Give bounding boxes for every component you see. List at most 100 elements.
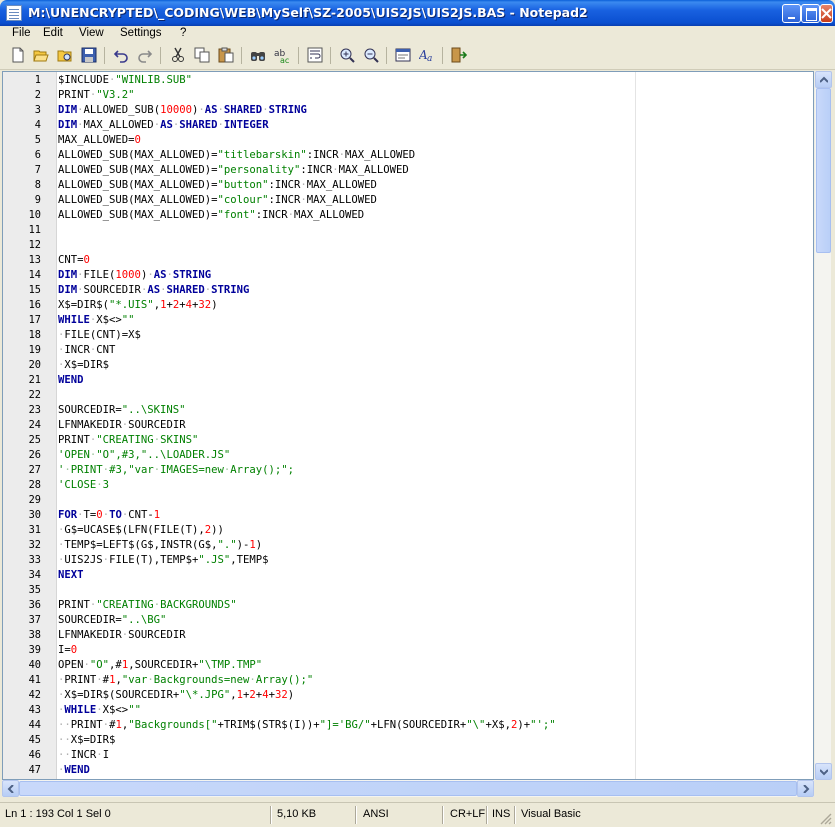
scroll-up-button[interactable]	[815, 71, 832, 88]
code-text[interactable]: SOURCEDIR="..\BG"	[58, 613, 166, 628]
exit-icon[interactable]	[451, 47, 468, 63]
code-line[interactable]: 8 ALLOWED_SUB(MAX_ALLOWED)="button":INCR·…	[3, 178, 813, 193]
code-line[interactable]: 11	[3, 223, 813, 238]
code-text[interactable]: ··X$=DIR$	[58, 733, 115, 748]
code-text[interactable]: ·G$=UCASE$(LFN(FILE(T),2))	[58, 523, 224, 538]
code-line[interactable]: 5 MAX_ALLOWED=0	[3, 133, 813, 148]
code-line[interactable]: 14 DIM·FILE(1000)·AS·STRING	[3, 268, 813, 283]
code-line[interactable]: 6 ALLOWED_SUB(MAX_ALLOWED)="titlebarskin"…	[3, 148, 813, 163]
code-line[interactable]: 21 WEND	[3, 373, 813, 388]
close-button[interactable]	[820, 4, 833, 23]
code-line[interactable]: 22	[3, 388, 813, 403]
code-text[interactable]: DIM·SOURCEDIR·AS·SHARED·STRING	[58, 283, 249, 298]
size-grip-icon[interactable]	[820, 813, 832, 825]
horizontal-scrollbar[interactable]	[2, 780, 814, 797]
code-line[interactable]: 10 ALLOWED_SUB(MAX_ALLOWED)="font":INCR·M…	[3, 208, 813, 223]
code-line[interactable]: 15 DIM·SOURCEDIR·AS·SHARED·STRING	[3, 283, 813, 298]
code-text[interactable]: NEXT	[58, 568, 84, 583]
code-line[interactable]: 7 ALLOWED_SUB(MAX_ALLOWED)="personality":…	[3, 163, 813, 178]
code-line[interactable]: 35	[3, 583, 813, 598]
menu-edit[interactable]: Edit	[43, 26, 63, 41]
copy-icon[interactable]	[194, 47, 210, 63]
scroll-down-button[interactable]	[815, 763, 832, 780]
zoom-in-icon[interactable]	[339, 47, 355, 63]
code-text[interactable]: ·TEMP$=LEFT$(G$,INSTR(G$,".")-1)	[58, 538, 262, 553]
code-text[interactable]: WEND	[58, 373, 84, 388]
code-text[interactable]: I=0	[58, 643, 77, 658]
status-encoding[interactable]: ANSI	[363, 808, 389, 820]
code-text[interactable]: ·X$=DIR$	[58, 358, 109, 373]
menu-help[interactable]: ?	[180, 26, 186, 41]
code-text[interactable]: ALLOWED_SUB(MAX_ALLOWED)="personality":I…	[58, 163, 409, 178]
code-text[interactable]: MAX_ALLOWED=0	[58, 133, 141, 148]
code-text[interactable]: SOURCEDIR="..\SKINS"	[58, 403, 186, 418]
code-text[interactable]: FOR·T=0·TO·CNT-1	[58, 508, 160, 523]
code-line[interactable]: 26 'OPEN·"O",#3,"..\LOADER.JS"	[3, 448, 813, 463]
code-text[interactable]: DIM·ALLOWED_SUB(10000)·AS·SHARED·STRING	[58, 103, 307, 118]
code-line[interactable]: 46 ··INCR·I	[3, 748, 813, 763]
code-text[interactable]: DIM·MAX_ALLOWED·AS·SHARED·INTEGER	[58, 118, 269, 133]
code-line[interactable]: 37 SOURCEDIR="..\BG"	[3, 613, 813, 628]
vertical-scrollbar[interactable]	[814, 71, 832, 780]
code-line[interactable]: 25 PRINT·"CREATING·SKINS"	[3, 433, 813, 448]
code-line[interactable]: 44 ··PRINT·#1,"Backgrounds["+TRIM$(STR$(I…	[3, 718, 813, 733]
code-line[interactable]: 16 X$=DIR$("*.UIS",1+2+4+32)	[3, 298, 813, 313]
code-line[interactable]: 27 '·PRINT·#3,"var·IMAGES=new·Array();";	[3, 463, 813, 478]
code-text[interactable]: PRINT·"V3.2"	[58, 88, 135, 103]
code-line[interactable]: 4 DIM·MAX_ALLOWED·AS·SHARED·INTEGER	[3, 118, 813, 133]
code-line[interactable]: 38 LFNMAKEDIR·SOURCEDIR	[3, 628, 813, 643]
code-text[interactable]: ALLOWED_SUB(MAX_ALLOWED)="colour":INCR·M…	[58, 193, 377, 208]
code-text[interactable]: ·X$=DIR$(SOURCEDIR+"\*.JPG",1+2+4+32)	[58, 688, 294, 703]
code-text[interactable]: ALLOWED_SUB(MAX_ALLOWED)="button":INCR·M…	[58, 178, 377, 193]
browse-icon[interactable]	[57, 47, 73, 63]
code-line[interactable]: 13 CNT=0	[3, 253, 813, 268]
code-text[interactable]: '·PRINT·#3,"var·IMAGES=new·Array();";	[58, 463, 294, 478]
code-line[interactable]: 30 FOR·T=0·TO·CNT-1	[3, 508, 813, 523]
code-text[interactable]: ALLOWED_SUB(MAX_ALLOWED)="titlebarskin":…	[58, 148, 415, 163]
code-text[interactable]: LFNMAKEDIR·SOURCEDIR	[58, 628, 186, 643]
code-line[interactable]: 43 ·WHILE·X$<>""	[3, 703, 813, 718]
title-bar[interactable]: M:\UNENCRYPTED\_CODING\WEB\MySelf\SZ-200…	[0, 0, 835, 26]
vertical-scroll-thumb[interactable]	[816, 88, 831, 253]
save-icon[interactable]	[81, 47, 97, 63]
code-text[interactable]: LFNMAKEDIR·SOURCEDIR	[58, 418, 186, 433]
code-line[interactable]: 2 PRINT·"V3.2"	[3, 88, 813, 103]
open-folder-icon[interactable]	[33, 47, 49, 63]
code-line[interactable]: 3 DIM·ALLOWED_SUB(10000)·AS·SHARED·STRING	[3, 103, 813, 118]
code-text[interactable]: OPEN·"O",#1,SOURCEDIR+"\TMP.TMP"	[58, 658, 262, 673]
code-line[interactable]: 47 ·WEND	[3, 763, 813, 778]
code-line[interactable]: 45 ··X$=DIR$	[3, 733, 813, 748]
code-text[interactable]: ··INCR·I	[58, 748, 109, 763]
code-line[interactable]: 23 SOURCEDIR="..\SKINS"	[3, 403, 813, 418]
code-text[interactable]: 'OPEN·"O",#3,"..\LOADER.JS"	[58, 448, 230, 463]
code-text[interactable]: X$=DIR$("*.UIS",1+2+4+32)	[58, 298, 218, 313]
find-icon[interactable]	[250, 47, 266, 63]
code-line[interactable]: 12	[3, 238, 813, 253]
cut-icon[interactable]	[170, 47, 186, 63]
code-text[interactable]: ·UIS2JS·FILE(T),TEMP$+".JS",TEMP$	[58, 553, 269, 568]
code-text[interactable]: PRINT·"CREATING·BACKGROUNDS"	[58, 598, 237, 613]
new-file-icon[interactable]	[10, 47, 26, 63]
schemes-icon[interactable]	[395, 47, 411, 63]
code-text[interactable]: ·INCR·CNT	[58, 343, 115, 358]
code-text[interactable]: ··PRINT·#1,"Backgrounds["+TRIM$(STR$(I))…	[58, 718, 556, 733]
menu-file[interactable]: File	[12, 26, 31, 41]
horizontal-scroll-thumb[interactable]	[19, 781, 797, 796]
menu-view[interactable]: View	[79, 26, 104, 41]
zoom-out-icon[interactable]	[363, 47, 379, 63]
code-line[interactable]: 24 LFNMAKEDIR·SOURCEDIR	[3, 418, 813, 433]
minimize-button[interactable]	[782, 4, 801, 23]
replace-icon[interactable]: ab ac	[274, 47, 290, 65]
code-text[interactable]: 'CLOSE·3	[58, 478, 109, 493]
code-line[interactable]: 19 ·INCR·CNT	[3, 343, 813, 358]
code-line[interactable]: 29	[3, 493, 813, 508]
code-line[interactable]: 40 OPEN·"O",#1,SOURCEDIR+"\TMP.TMP"	[3, 658, 813, 673]
code-text[interactable]: DIM·FILE(1000)·AS·STRING	[58, 268, 211, 283]
undo-icon[interactable]	[113, 47, 129, 63]
code-text[interactable]: ·FILE(CNT)=X$	[58, 328, 141, 343]
code-line[interactable]: 17 WHILE·X$<>""	[3, 313, 813, 328]
code-line[interactable]: 1 $INCLUDE·"WINLIB.SUB"	[3, 73, 813, 88]
redo-icon[interactable]	[137, 47, 153, 63]
scroll-left-button[interactable]	[2, 780, 19, 797]
maximize-button[interactable]	[801, 4, 820, 23]
